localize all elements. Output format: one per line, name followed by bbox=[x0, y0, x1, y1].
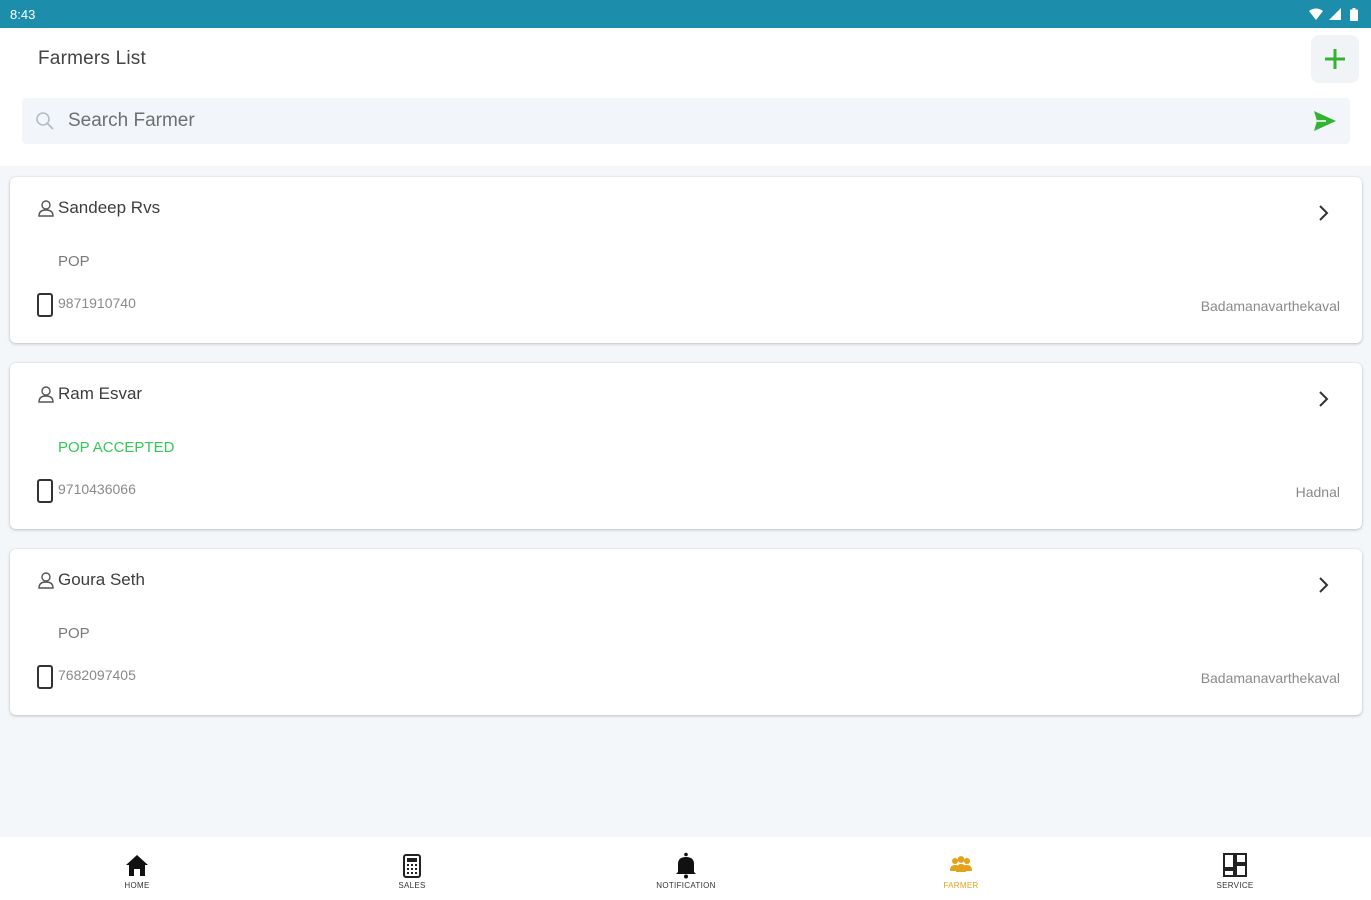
battery-icon bbox=[1347, 7, 1361, 21]
farmer-phone-row: 9710436066 bbox=[36, 479, 136, 503]
nav-label: FARMER bbox=[943, 881, 979, 890]
farmers-icon bbox=[950, 856, 972, 872]
nav-label: SERVICE bbox=[1216, 881, 1254, 890]
phone-icon bbox=[37, 293, 53, 317]
page-title: Farmers List bbox=[38, 48, 146, 69]
farmer-location: Hadnal bbox=[1295, 484, 1340, 500]
farmer-phone: 9871910740 bbox=[58, 295, 136, 311]
header: Farmers List bbox=[0, 28, 1371, 166]
farmer-location: Badamanavarthekaval bbox=[1200, 670, 1340, 686]
sales-icon bbox=[403, 854, 421, 878]
farmer-name: Goura Seth bbox=[58, 570, 145, 589]
person-icon bbox=[38, 572, 54, 589]
search-input[interactable] bbox=[68, 98, 1298, 144]
chevron-right-icon[interactable] bbox=[1313, 574, 1333, 596]
plus-icon bbox=[1325, 49, 1345, 69]
farmer-status: POP ACCEPTED bbox=[58, 439, 175, 456]
add-farmer-button[interactable] bbox=[1311, 35, 1359, 83]
search-bar bbox=[22, 98, 1350, 144]
search-icon bbox=[36, 112, 54, 130]
farmer-name-row: Sandeep Rvs bbox=[36, 197, 160, 219]
farmer-name: Ram Esvar bbox=[58, 384, 143, 403]
farmer-phone-row: 9871910740 bbox=[36, 293, 136, 317]
farmer-phone: 7682097405 bbox=[58, 667, 136, 683]
nav-label: HOME bbox=[124, 881, 150, 890]
nav-item-farmer[interactable]: FARMER bbox=[881, 837, 1041, 900]
status-bar: 8:43 bbox=[0, 0, 1371, 28]
chevron-right-icon[interactable] bbox=[1313, 388, 1333, 410]
nav-item-notification[interactable]: NOTIFICATION bbox=[606, 837, 766, 900]
farmer-status: POP bbox=[58, 625, 90, 642]
status-time: 8:43 bbox=[10, 6, 36, 22]
nav-item-service[interactable]: SERVICE bbox=[1155, 837, 1315, 900]
service-icon bbox=[1223, 853, 1247, 877]
farmer-name: Sandeep Rvs bbox=[58, 198, 161, 217]
bell-icon bbox=[676, 852, 696, 879]
nav-item-sales[interactable]: SALES bbox=[332, 837, 492, 900]
phone-icon bbox=[37, 665, 53, 689]
farmer-phone: 9710436066 bbox=[58, 481, 136, 497]
wifi-icon bbox=[1309, 7, 1323, 21]
person-icon bbox=[38, 200, 54, 217]
nav-label: SALES bbox=[398, 881, 426, 890]
person-icon bbox=[38, 386, 54, 403]
bottom-nav: HOME SALES NOTIFICATION FARMER SERVICE bbox=[0, 837, 1371, 900]
phone-icon bbox=[37, 479, 53, 503]
nav-label: NOTIFICATION bbox=[656, 881, 716, 890]
nav-item-home[interactable]: HOME bbox=[57, 837, 217, 900]
signal-icon bbox=[1328, 7, 1342, 21]
farmer-name-row: Goura Seth bbox=[36, 569, 145, 591]
farmer-status: POP bbox=[58, 253, 90, 270]
farmer-card[interactable]: Ram Esvar POP ACCEPTED 9710436066 Hadnal bbox=[10, 363, 1362, 529]
farmer-card[interactable]: Goura Seth POP 7682097405 Badamanavarthe… bbox=[10, 549, 1362, 715]
farmer-card[interactable]: Sandeep Rvs POP 9871910740 Badamanavarth… bbox=[10, 177, 1362, 343]
farmer-name-row: Ram Esvar bbox=[36, 383, 142, 405]
home-icon bbox=[126, 855, 148, 876]
send-icon[interactable] bbox=[1312, 109, 1338, 133]
chevron-right-icon[interactable] bbox=[1313, 202, 1333, 224]
farmer-location: Badamanavarthekaval bbox=[1200, 298, 1340, 314]
farmer-phone-row: 7682097405 bbox=[36, 665, 136, 689]
status-icons bbox=[1309, 7, 1361, 21]
